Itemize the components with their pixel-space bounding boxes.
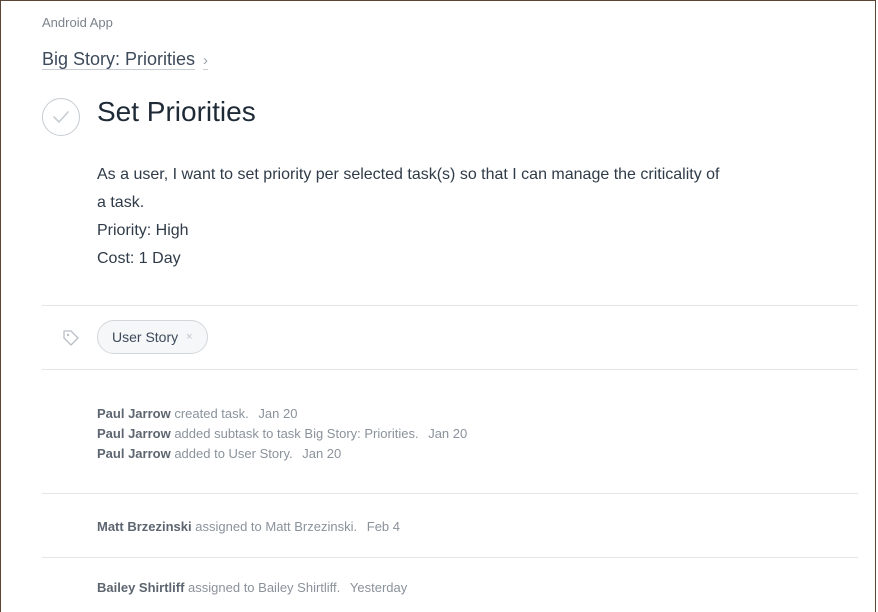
activity-actor[interactable]: Paul Jarrow bbox=[97, 426, 171, 441]
divider bbox=[42, 557, 858, 558]
parent-task-link[interactable]: Big Story: Priorities › bbox=[42, 49, 208, 70]
task-description[interactable]: As a user, I want to set priority per se… bbox=[97, 161, 847, 273]
activity-actor[interactable]: Bailey Shirtliff bbox=[97, 580, 184, 595]
chevron-right-icon: › bbox=[203, 52, 209, 69]
activity-date: Jan 20 bbox=[428, 426, 468, 441]
divider bbox=[42, 493, 858, 494]
description-line: Priority: High bbox=[97, 222, 189, 239]
activity-date: Jan 20 bbox=[258, 406, 298, 421]
activity-item: Bailey Shirtliff assigned to Bailey Shir… bbox=[97, 578, 407, 598]
activity-actor[interactable]: Matt Brzezinski bbox=[97, 519, 192, 534]
task-detail-pane: Android App Big Story: Priorities › Set … bbox=[0, 0, 876, 612]
activity-action: created task. bbox=[174, 406, 249, 421]
remove-tag-icon[interactable]: × bbox=[186, 331, 192, 343]
activity-date: Feb 4 bbox=[366, 519, 400, 534]
activity-group: Paul Jarrow created task. Jan 20 Paul Ja… bbox=[97, 404, 467, 464]
activity-item: Matt Brzezinski assigned to Matt Brzezin… bbox=[97, 517, 400, 537]
activity-group: Bailey Shirtliff assigned to Bailey Shir… bbox=[97, 578, 407, 598]
activity-actor[interactable]: Paul Jarrow bbox=[97, 406, 171, 421]
activity-actor[interactable]: Paul Jarrow bbox=[97, 446, 171, 461]
activity-action: added to User Story. bbox=[174, 446, 293, 461]
description-line: a task. bbox=[97, 194, 145, 211]
parent-task-label: Big Story: Priorities bbox=[42, 49, 196, 69]
activity-date: Yesterday bbox=[349, 580, 408, 595]
activity-item: Paul Jarrow created task. Jan 20 bbox=[97, 404, 467, 424]
activity-date: Jan 20 bbox=[302, 446, 342, 461]
tag-user-story[interactable]: User Story × bbox=[97, 320, 208, 354]
activity-item: Paul Jarrow added subtask to task Big St… bbox=[97, 424, 467, 444]
divider bbox=[42, 305, 858, 306]
activity-action: assigned to Matt Brzezinski. bbox=[195, 519, 358, 534]
activity-group: Matt Brzezinski assigned to Matt Brzezin… bbox=[97, 517, 400, 537]
task-title[interactable]: Set Priorities bbox=[97, 96, 256, 128]
activity-item: Paul Jarrow added to User Story. Jan 20 bbox=[97, 444, 467, 464]
tag-icon[interactable] bbox=[61, 328, 81, 348]
checkmark-icon bbox=[53, 111, 69, 123]
tag-label: User Story bbox=[112, 329, 179, 345]
description-line: As a user, I want to set priority per se… bbox=[97, 166, 720, 183]
divider bbox=[42, 369, 858, 370]
activity-action: added subtask to task Big Story: Priorit… bbox=[174, 426, 419, 441]
project-name[interactable]: Android App bbox=[42, 15, 113, 30]
mark-complete-button[interactable] bbox=[42, 98, 80, 136]
activity-action: assigned to Bailey Shirtliff. bbox=[188, 580, 341, 595]
description-line: Cost: 1 Day bbox=[97, 250, 181, 267]
